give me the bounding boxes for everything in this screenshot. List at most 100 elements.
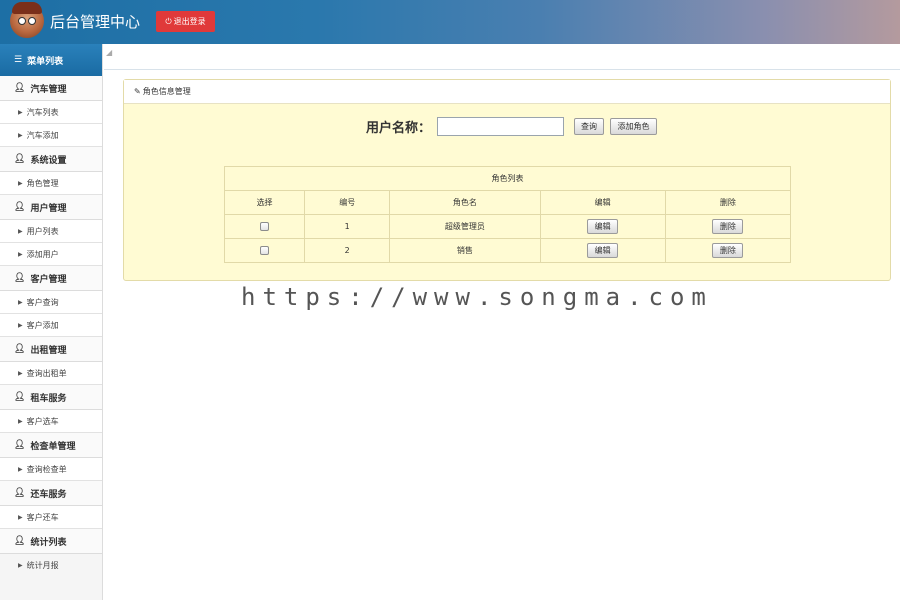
sidebar-item-customer-select-car[interactable]: ▶ 客户选车 [0,410,102,433]
role-name-cell: 超级管理员 [389,214,541,239]
role-table: 角色列表 选择 编号 角色名 编辑 删除 1 超级管理员 编辑 删除 2 销售 … [223,166,792,263]
edit-button[interactable]: 编辑 [587,219,619,234]
sidebar-item-monthly-report[interactable]: ▶ 统计月报 [0,554,102,577]
panel-title: 角色信息管理 [142,87,191,96]
logout-button[interactable]: ⏻ 退出登录 [156,11,215,32]
watermark-text: https://www.songma.com [241,283,713,311]
sidebar-group-rental-management[interactable]: 👤︎ 出租管理 [0,337,102,362]
sidebar-item-query-rental[interactable]: ▶ 查询出租单 [0,362,102,385]
row-checkbox[interactable] [260,246,270,255]
sidebar-group-label: 统计列表 [30,537,67,548]
sidebar-group-customer-management[interactable]: 👤︎ 客户管理 [0,266,102,291]
role-name-cell: 销售 [389,238,541,263]
add-role-button[interactable]: 添加角色 [610,118,658,135]
edit-cell: 编辑 [539,214,666,239]
sidebar-group-label: 系统设置 [30,155,67,166]
user-icon: 👤︎ [14,202,26,212]
logo-eye [28,17,36,25]
sidebar-item-role-management[interactable]: ▶ 角色管理 [0,172,102,195]
sidebar-item-label: 客户还车 [26,512,59,522]
sidebar-item-label: 客户添加 [26,320,59,330]
sidebar-item-user-list[interactable]: ▶ 用户列表 [0,220,102,243]
sidebar-heading: ☰ 菜单列表 [0,44,102,76]
sidebar-item-customer-add[interactable]: ▶ 客户添加 [0,314,102,337]
sidebar-group-user-management[interactable]: 👤︎ 用户管理 [0,195,102,220]
user-icon: 👤︎ [14,488,26,498]
sidebar-item-label: 汽车列表 [26,107,59,117]
table-row: 2 销售 编辑 删除 [223,238,792,263]
username-label: 用户名称： [366,121,432,136]
sidebar: ☰ 菜单列表 👤︎ 汽车管理 ▶ 汽车列表 ▶ 汽车添加 👤︎ 系统设置 ▶ 角色管理 👤… [0,44,103,600]
user-icon: 👤︎ [14,440,26,450]
sidebar-item-label: 添加用户 [26,249,59,259]
sidebar-item-add-user[interactable]: ▶ 添加用户 [0,243,102,266]
logo-eye [18,17,26,25]
collapse-triangle-icon[interactable]: ◢ [106,48,112,57]
role-info-panel: ✎ 角色信息管理 用户名称： 查询 添加角色 角色列表 选择 编号 角色名 编辑… [123,79,891,281]
row-checkbox[interactable] [260,222,270,231]
select-cell [223,214,306,239]
caret-right-icon: ▶ [18,108,23,116]
sidebar-group-label: 汽车管理 [30,84,67,95]
sidebar-group-car-management[interactable]: 👤︎ 汽车管理 [0,76,102,101]
sidebar-item-label: 查询出租单 [26,368,67,378]
sidebar-item-label: 角色管理 [26,178,59,188]
select-cell [223,238,306,263]
sidebar-heading-label: 菜单列表 [27,56,64,67]
header-bar: 后台管理中心 ⏻ 退出登录 [0,0,900,44]
sidebar-group-statistics[interactable]: 👤︎ 统计列表 [0,529,102,554]
table-row: 1 超级管理员 编辑 删除 [223,214,792,239]
caret-right-icon: ▶ [18,321,23,329]
sidebar-item-car-list[interactable]: ▶ 汽车列表 [0,101,102,124]
caret-right-icon: ▶ [18,513,23,521]
delete-cell: 删除 [664,238,792,263]
edit-icon: ✎ [134,87,141,96]
search-row: 用户名称： 查询 添加角色 [366,117,658,136]
user-icon: 👤︎ [14,344,26,354]
logout-label: 退出登录 [173,17,206,26]
sidebar-group-rental-service[interactable]: 👤︎ 租车服务 [0,385,102,410]
caret-right-icon: ▶ [18,369,23,377]
column-header-edit: 编辑 [539,190,666,215]
column-header-role-name: 角色名 [389,190,541,215]
sidebar-item-label: 客户查询 [26,297,59,307]
sidebar-group-return-service[interactable]: 👤︎ 还车服务 [0,481,102,506]
logo-hat-shape [12,2,42,14]
sidebar-group-label: 客户管理 [30,274,67,285]
edit-button[interactable]: 编辑 [587,243,619,258]
panel-header: ✎ 角色信息管理 [124,80,890,104]
username-search-input[interactable] [437,117,565,136]
table-header-row: 选择 编号 角色名 编辑 删除 [223,190,792,215]
delete-cell: 删除 [664,214,792,239]
caret-right-icon: ▶ [18,250,23,258]
sidebar-group-label: 租车服务 [30,393,67,404]
caret-right-icon: ▶ [18,465,23,473]
user-icon: 👤︎ [14,273,26,283]
delete-button[interactable]: 删除 [712,243,744,258]
delete-button[interactable]: 删除 [712,219,744,234]
sidebar-item-label: 统计月报 [26,561,59,570]
id-cell: 1 [304,214,391,239]
query-button[interactable]: 查询 [574,118,605,135]
sidebar-group-inspection-management[interactable]: 👤︎ 检查单管理 [0,433,102,458]
column-header-id: 编号 [304,190,391,215]
sidebar-item-query-inspection[interactable]: ▶ 查询检查单 [0,458,102,481]
user-icon: 👤︎ [14,392,26,402]
sidebar-item-customer-query[interactable]: ▶ 客户查询 [0,291,102,314]
sidebar-group-label: 检查单管理 [30,441,76,452]
sidebar-item-customer-return[interactable]: ▶ 客户还车 [0,506,102,529]
content-top-strip: ◢ [104,44,900,70]
sidebar-item-car-add[interactable]: ▶ 汽车添加 [0,124,102,147]
sidebar-item-label: 用户列表 [26,226,59,236]
edit-cell: 编辑 [539,238,666,263]
user-icon: 👤︎ [14,536,26,546]
table-caption: 角色列表 [224,166,791,190]
sidebar-group-system-settings[interactable]: 👤︎ 系统设置 [0,147,102,172]
column-header-delete: 删除 [664,190,792,215]
sidebar-group-label: 出租管理 [30,345,67,356]
user-icon: 👤︎ [14,83,26,93]
caret-right-icon: ▶ [18,562,23,569]
caret-right-icon: ▶ [18,298,23,306]
list-icon: ☰ [14,55,23,65]
id-cell: 2 [304,238,391,263]
